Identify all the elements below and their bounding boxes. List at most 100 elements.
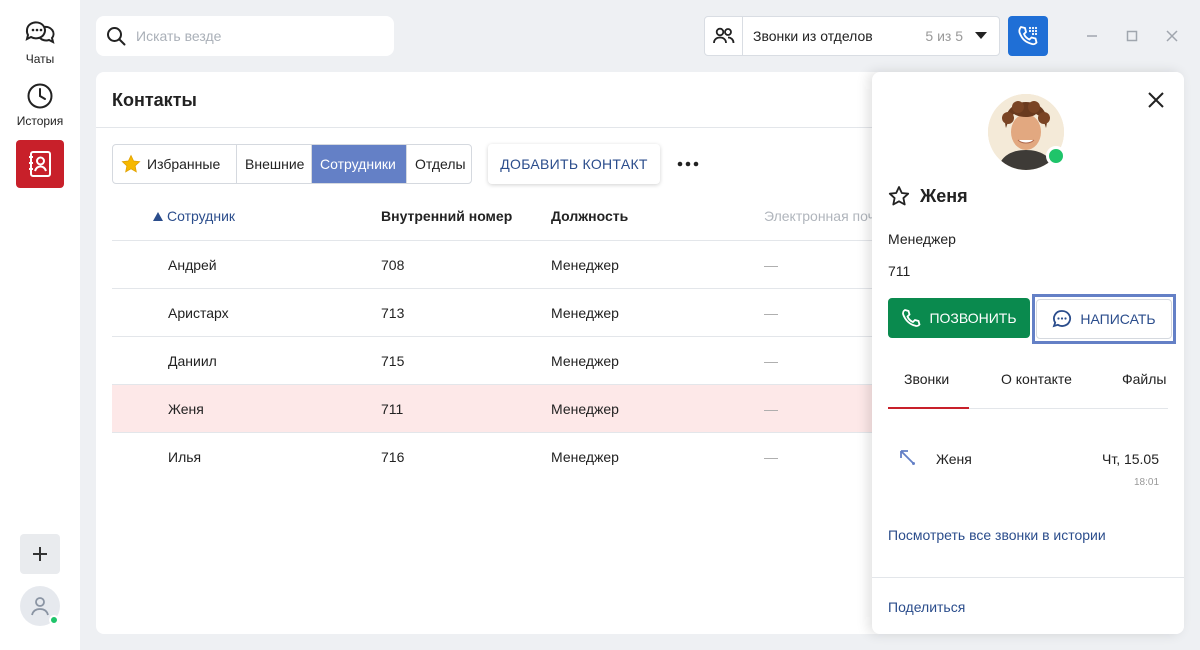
view-call-history-link[interactable]: Посмотреть все звонки в истории xyxy=(888,527,1106,543)
plus-icon xyxy=(33,547,47,561)
card-tab-about[interactable]: О контакте xyxy=(1001,371,1072,387)
contact-ext: 711 xyxy=(888,263,911,279)
more-horizontal-icon xyxy=(677,161,699,167)
phone-dialpad-icon xyxy=(1018,26,1038,46)
contact-name: Женя xyxy=(920,186,968,206)
star-icon xyxy=(121,154,141,173)
card-footer-divider xyxy=(872,577,1184,578)
row-email: — xyxy=(764,449,778,465)
global-search[interactable] xyxy=(96,16,394,56)
search-input[interactable] xyxy=(136,28,376,44)
tab-external-label: Внешние xyxy=(245,156,305,172)
column-header-ext[interactable]: Внутренний номер xyxy=(381,208,512,224)
contact-position: Менеджер xyxy=(888,231,956,247)
row-name: Даниил xyxy=(168,353,217,369)
tab-favorites[interactable]: Избранные xyxy=(113,145,237,183)
tab-favorites-label: Избранные xyxy=(147,156,221,172)
column-header-employee[interactable]: Сотрудник xyxy=(153,208,235,224)
row-ext: 716 xyxy=(381,449,405,465)
add-workspace-button[interactable] xyxy=(20,534,60,574)
table-row[interactable]: Даниил 715 Менеджер — xyxy=(112,336,876,384)
write-button-focus-ring: НАПИСАТЬ xyxy=(1032,294,1176,344)
row-position: Менеджер xyxy=(551,305,619,321)
column-header-email[interactable]: Электронная почта xyxy=(764,208,872,224)
chats-icon xyxy=(25,21,55,44)
close-icon xyxy=(1148,92,1164,108)
outgoing-call-icon xyxy=(900,450,915,465)
rail-history[interactable]: История xyxy=(0,82,80,128)
row-ext: 713 xyxy=(381,305,405,321)
row-ext: 715 xyxy=(381,353,405,369)
call-button-label: ПОЗВОНИТЬ xyxy=(929,310,1017,326)
row-name: Женя xyxy=(168,401,204,417)
sort-ascending-icon xyxy=(153,212,163,221)
row-name: Андрей xyxy=(168,257,217,273)
row-ext: 708 xyxy=(381,257,405,273)
row-name: Илья xyxy=(168,449,202,465)
row-email: — xyxy=(764,257,778,273)
window-close-button[interactable] xyxy=(1164,28,1180,44)
rail-chats[interactable]: Чаты xyxy=(0,18,80,66)
tab-external[interactable]: Внешние xyxy=(237,145,312,183)
chat-bubble-icon xyxy=(1052,310,1072,328)
phone-icon xyxy=(902,309,921,327)
title-divider xyxy=(96,127,876,128)
card-tab-calls[interactable]: Звонки xyxy=(904,371,949,387)
row-position: Менеджер xyxy=(551,353,619,369)
minimize-button[interactable] xyxy=(1084,28,1100,44)
close-card-button[interactable] xyxy=(1144,88,1168,112)
user-online-status xyxy=(49,615,59,625)
card-tab-active-indicator xyxy=(888,407,969,409)
add-contact-button[interactable]: ДОБАВИТЬ КОНТАКТ xyxy=(488,144,660,184)
row-email: — xyxy=(764,353,778,369)
rail-contacts[interactable] xyxy=(16,140,64,188)
search-icon xyxy=(107,27,126,46)
call-entry-date: Чт, 15.05 xyxy=(1102,451,1160,467)
dept-select-count: 5 из 5 xyxy=(925,28,963,44)
rail-history-label: История xyxy=(16,114,64,128)
contact-online-status xyxy=(1046,146,1066,166)
row-position: Менеджер xyxy=(551,257,619,273)
call-entry-time: 18:01 xyxy=(1134,477,1160,488)
tab-employees[interactable]: Сотрудники xyxy=(312,145,407,183)
row-email: — xyxy=(764,305,778,321)
group-icon xyxy=(712,27,734,44)
table-row[interactable]: Аристарх 713 Менеджер — xyxy=(112,288,876,336)
dialpad-button[interactable] xyxy=(1008,16,1048,56)
row-position: Менеджер xyxy=(551,449,619,465)
write-button-label: НАПИСАТЬ xyxy=(1080,311,1156,327)
rail-chats-label: Чаты xyxy=(25,52,55,66)
table-row-selected[interactable]: Женя 711 Менеджер — xyxy=(112,384,876,432)
call-entry-name: Женя xyxy=(936,451,972,467)
chevron-down-icon xyxy=(975,32,987,39)
favorite-star-icon[interactable] xyxy=(888,185,910,207)
table-row[interactable]: Андрей 708 Менеджер — xyxy=(112,240,876,288)
column-header-employee-label: Сотрудник xyxy=(167,208,236,224)
maximize-icon xyxy=(1126,30,1138,42)
dept-icon-box xyxy=(705,17,743,55)
more-options-button[interactable] xyxy=(676,152,700,176)
minimize-icon xyxy=(1087,35,1097,37)
row-ext: 711 xyxy=(381,401,404,417)
tab-departments[interactable]: Отделы xyxy=(407,145,471,183)
share-link[interactable]: Поделиться xyxy=(888,599,965,615)
tab-departments-label: Отделы xyxy=(415,156,466,172)
contact-book-icon xyxy=(29,151,51,177)
row-name: Аристарх xyxy=(168,305,229,321)
user-icon xyxy=(31,597,49,616)
page-title: Контакты xyxy=(112,90,197,110)
tab-employees-label: Сотрудники xyxy=(320,156,396,172)
clock-icon xyxy=(27,83,53,109)
contact-type-tabs: Избранные Внешние Сотрудники Отделы xyxy=(112,144,472,184)
card-tab-files[interactable]: Файлы xyxy=(1122,371,1166,387)
maximize-button[interactable] xyxy=(1124,28,1140,44)
column-header-position[interactable]: Должность xyxy=(551,208,628,224)
dept-select-label: Звонки из отделов xyxy=(753,28,873,44)
row-email: — xyxy=(764,401,778,417)
row-position: Менеджер xyxy=(551,401,619,417)
call-button[interactable]: ПОЗВОНИТЬ xyxy=(888,298,1030,338)
write-button[interactable]: НАПИСАТЬ xyxy=(1036,299,1172,339)
close-icon xyxy=(1166,30,1178,42)
table-row[interactable]: Илья 716 Менеджер — xyxy=(112,432,876,480)
department-calls-select[interactable]: Звонки из отделов 5 из 5 xyxy=(704,16,1000,56)
